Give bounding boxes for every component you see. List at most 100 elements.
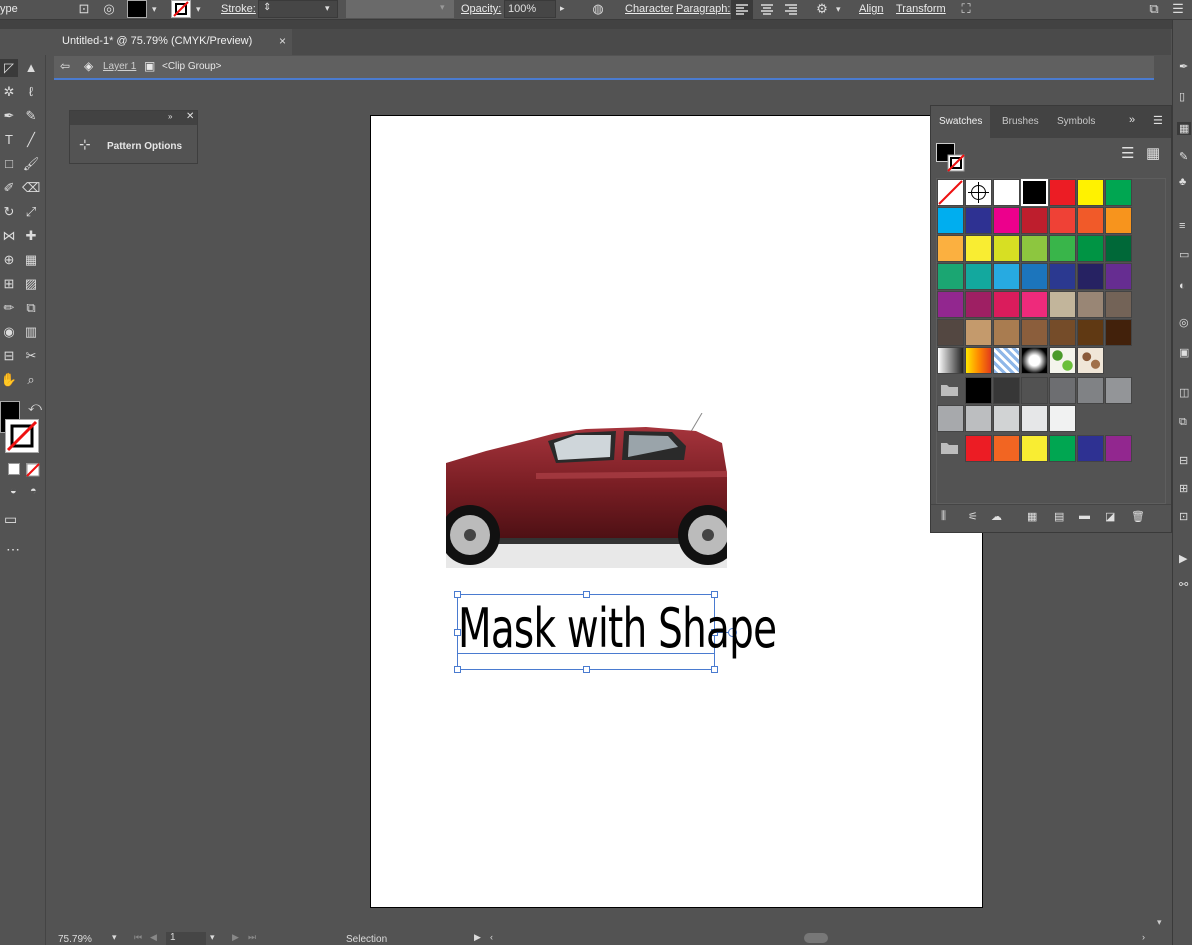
color-swatch[interactable]	[965, 291, 992, 318]
panel-menu-icon[interactable]: ☰	[1153, 114, 1163, 127]
brush-icon[interactable]: ✎	[1179, 150, 1188, 163]
column-graph-tool-icon[interactable]: ▥	[22, 323, 40, 341]
pathfinder-icon[interactable]: ⊞	[1179, 482, 1188, 495]
cloud-icon[interactable]: ☁	[991, 510, 1002, 523]
color-swatch[interactable]	[993, 235, 1020, 262]
color-swatch[interactable]	[1077, 263, 1104, 290]
color-swatch[interactable]	[1105, 235, 1132, 262]
document-icon[interactable]: ▯	[1179, 90, 1185, 103]
color-swatch[interactable]	[1105, 377, 1132, 404]
recolor-artwork-icon[interactable]: ◍	[590, 1, 606, 17]
isolate-icon[interactable]: ⛶	[958, 1, 974, 17]
rectangle-tool-icon[interactable]: □	[0, 155, 18, 173]
color-swatch[interactable]	[1021, 291, 1048, 318]
color-swatch[interactable]	[1049, 207, 1076, 234]
color-swatch[interactable]	[1077, 435, 1104, 462]
next-artboard-icon[interactable]: ▶	[232, 932, 239, 943]
stroke-none-swatch[interactable]	[947, 154, 965, 172]
gradient-tool-icon[interactable]: ▨	[22, 275, 40, 293]
rotate-tool-icon[interactable]: ↻	[0, 203, 18, 221]
text-bounding-box[interactable]: Mask with Shape	[454, 591, 777, 673]
selection-tool-icon[interactable]: ▲	[22, 59, 40, 77]
none-mode-icon[interactable]	[26, 463, 40, 477]
zoom-tool-icon[interactable]: ⌕	[22, 371, 40, 389]
chevron-down-icon[interactable]: ▾	[112, 932, 117, 943]
slice-tool-icon[interactable]: ✂	[22, 347, 40, 365]
swatch-pattern-swirl[interactable]	[1077, 347, 1104, 374]
link-icon[interactable]: ⚯	[1179, 578, 1188, 591]
color-swatch[interactable]	[1021, 405, 1048, 432]
pen-icon[interactable]: ✒	[1179, 60, 1188, 73]
color-swatch[interactable]	[993, 263, 1020, 290]
width-tool-icon[interactable]: ⋈	[0, 227, 18, 245]
graphic-styles-icon[interactable]: ▣	[1179, 346, 1189, 359]
color-swatch[interactable]	[937, 291, 964, 318]
scroll-right-icon[interactable]: ›	[1142, 932, 1145, 942]
align-left-button[interactable]	[731, 0, 753, 19]
color-swatch[interactable]	[993, 207, 1020, 234]
color-swatch[interactable]	[937, 207, 964, 234]
swatch-registration[interactable]	[965, 179, 992, 206]
color-swatch[interactable]	[937, 263, 964, 290]
color-swatch[interactable]	[1105, 207, 1132, 234]
chevron-down-icon[interactable]: ▾	[836, 4, 841, 15]
perspective-grid-tool-icon[interactable]: ▦	[22, 251, 40, 269]
fill-color-swatch[interactable]	[127, 0, 147, 18]
color-swatch[interactable]	[993, 319, 1020, 346]
draw-behind-icon[interactable]: ◓	[30, 485, 37, 497]
color-swatch[interactable]	[993, 291, 1020, 318]
artboards-icon[interactable]: ⧉	[1179, 416, 1187, 429]
color-swatch[interactable]	[965, 207, 992, 234]
grid-view-icon[interactable]: ▦	[1146, 144, 1160, 162]
swatch-grad-radial[interactable]	[1021, 347, 1048, 374]
shape-builder-tool-icon[interactable]: ⊕	[0, 251, 18, 269]
color-swatch[interactable]	[1021, 235, 1048, 262]
menu-icon[interactable]: ☰	[1170, 1, 1186, 17]
brush-definition-dropdown[interactable]: ▾	[346, 0, 454, 18]
stroke-color-swatch[interactable]	[171, 0, 191, 18]
breadcrumb-clip-group[interactable]: <Clip Group>	[162, 61, 221, 72]
color-swatch[interactable]	[1021, 179, 1048, 206]
swatch-libraries-icon[interactable]: ⫼	[941, 510, 946, 523]
opacity-input[interactable]: 100%	[504, 0, 556, 18]
new-color-group-icon[interactable]: ▬	[1079, 510, 1090, 522]
stroke-label[interactable]: Stroke:	[221, 3, 256, 15]
transform-icon[interactable]: ⊡	[1179, 510, 1188, 523]
swatch-none[interactable]	[937, 179, 964, 206]
chevron-right-icon[interactable]: ▸	[560, 3, 565, 14]
tab-symbols[interactable]: Symbols	[1049, 106, 1103, 138]
paragraph-link[interactable]: Paragraph:	[676, 3, 730, 15]
color-swatch[interactable]	[1049, 435, 1076, 462]
align-right-icon[interactable]	[780, 0, 802, 19]
scroll-down-icon[interactable]: ▾	[1157, 917, 1162, 928]
color-swatch[interactable]	[1021, 207, 1048, 234]
direct-selection-tool-icon[interactable]: ◸	[0, 59, 18, 77]
align-link[interactable]: Align	[859, 3, 883, 15]
trash-icon[interactable]: 🗑	[1131, 510, 1145, 523]
pattern-options-button[interactable]: ⊹ Pattern Options	[70, 128, 198, 164]
color-swatch[interactable]	[1105, 319, 1132, 346]
appearance-icon[interactable]: ◎	[1179, 316, 1189, 329]
color-swatch[interactable]	[1049, 179, 1076, 206]
color-swatch[interactable]	[1077, 319, 1104, 346]
selection-handle[interactable]	[711, 666, 718, 673]
color-swatch[interactable]	[965, 235, 992, 262]
collapse-icon[interactable]: »	[168, 112, 172, 121]
shaper-tool-icon[interactable]: ✐	[0, 179, 18, 197]
artboard[interactable]: Mask with Shape	[370, 115, 983, 908]
puppet-warp-tool-icon[interactable]: ✚	[22, 227, 40, 245]
eyedropper-tool-icon[interactable]: ✏	[0, 299, 18, 317]
color-swatch[interactable]	[965, 377, 992, 404]
add-used-colors-icon[interactable]: ⚟	[968, 510, 978, 523]
car-image[interactable]	[446, 413, 727, 568]
back-arrow-icon[interactable]: ⇦	[60, 59, 70, 73]
color-swatch[interactable]	[1049, 319, 1076, 346]
color-swatch[interactable]	[1105, 435, 1132, 462]
tab-swatches[interactable]: Swatches	[931, 106, 991, 138]
status-menu-icon[interactable]: ▶	[474, 932, 481, 943]
color-swatch[interactable]	[965, 435, 992, 462]
magic-wand-tool-icon[interactable]: ✲	[0, 83, 18, 101]
color-swatch[interactable]	[937, 319, 964, 346]
color-swatch[interactable]	[1049, 263, 1076, 290]
selection-handle[interactable]	[454, 666, 461, 673]
